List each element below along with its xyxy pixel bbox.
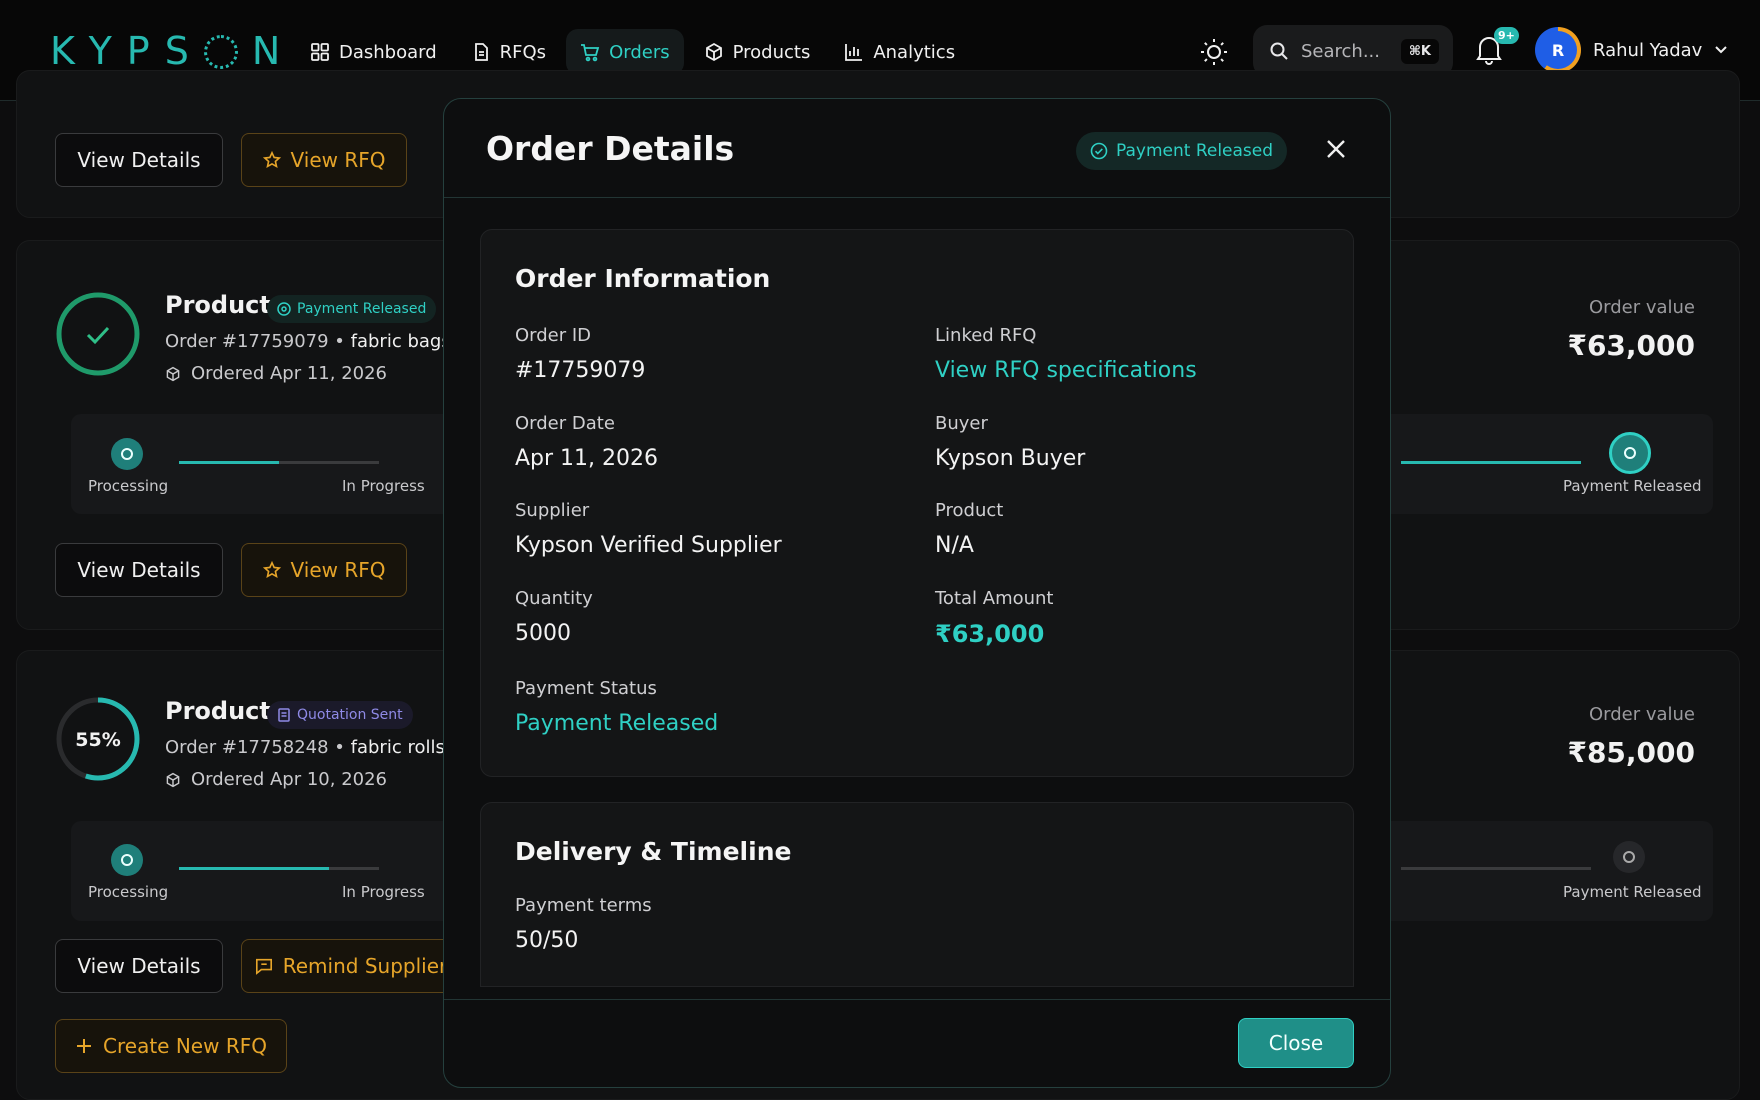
order-id-label: Order ID <box>515 325 592 346</box>
close-button-label: Close <box>1268 1031 1324 1055</box>
supplier-label: Supplier <box>515 500 590 521</box>
supplier-value: Kypson Verified Supplier <box>515 533 782 558</box>
product-label: Product <box>935 500 1004 521</box>
linked-rfq-link[interactable]: View RFQ specifications <box>935 358 1197 383</box>
modal-header: Order Details Payment Released <box>444 99 1390 198</box>
linked-rfq-label: Linked RFQ <box>935 325 1037 346</box>
order-id-value: #17759079 <box>515 358 646 383</box>
close-icon[interactable] <box>1324 137 1348 161</box>
delivery-timeline-section: Delivery & Timeline Payment terms 50/50 <box>480 802 1354 987</box>
order-details-modal: Order Details Payment Released Order Inf… <box>443 98 1391 1088</box>
total-amount-label: Total Amount <box>935 588 1054 609</box>
buyer-label: Buyer <box>935 413 988 434</box>
order-date-label: Order Date <box>515 413 615 434</box>
total-amount-value: ₹63,000 <box>935 620 1045 648</box>
payment-terms-value: 50/50 <box>515 928 579 953</box>
section-title: Delivery & Timeline <box>515 837 792 866</box>
quantity-label: Quantity <box>515 588 593 609</box>
product-value: N/A <box>935 533 974 558</box>
order-information-section: Order Information Order ID #17759079 Lin… <box>480 229 1354 777</box>
payment-status-label: Payment Status <box>515 678 657 699</box>
order-date-value: Apr 11, 2026 <box>515 446 659 471</box>
quantity-value: 5000 <box>515 621 571 646</box>
modal-title: Order Details <box>486 129 735 168</box>
status-badge: Payment Released <box>1076 132 1288 170</box>
buyer-value: Kypson Buyer <box>935 446 1086 471</box>
check-circle-icon <box>1090 142 1108 160</box>
status-badge-label: Payment Released <box>1116 141 1274 161</box>
section-title: Order Information <box>515 264 771 293</box>
payment-status-value: Payment Released <box>515 711 719 736</box>
close-button[interactable]: Close <box>1238 1018 1354 1068</box>
payment-terms-label: Payment terms <box>515 895 652 916</box>
